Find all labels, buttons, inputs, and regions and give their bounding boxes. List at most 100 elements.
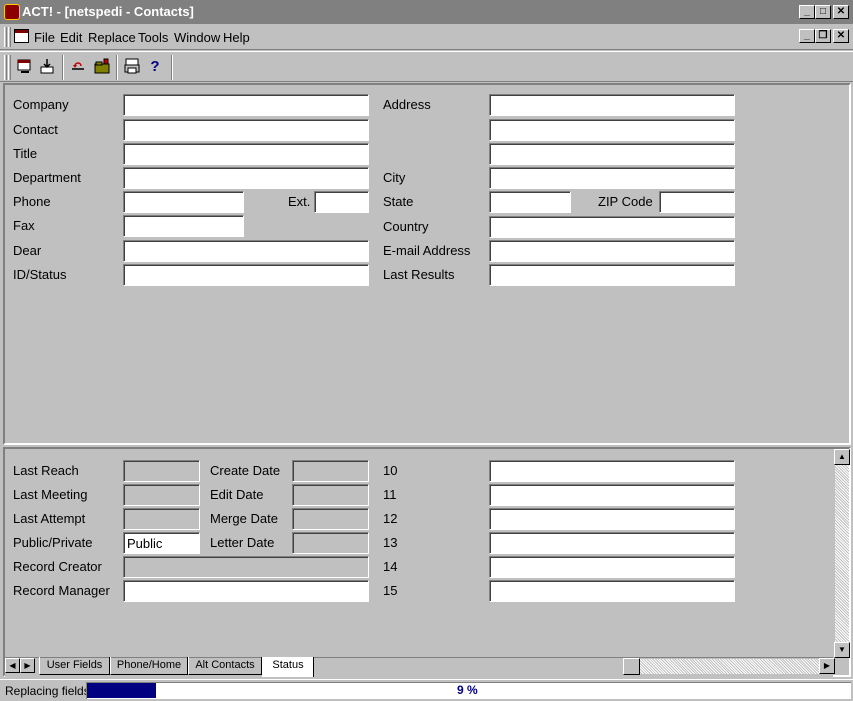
user-12-label: 12 <box>383 511 398 526</box>
fax-field[interactable] <box>123 215 244 237</box>
tab-user-fields[interactable]: User Fields <box>39 657 110 675</box>
user-10-label: 10 <box>383 463 398 478</box>
horizontal-scroll-thumb[interactable] <box>623 658 640 675</box>
progress-fill <box>87 683 156 698</box>
country-label: Country <box>383 219 429 234</box>
dear-field[interactable] <box>123 240 369 262</box>
user-15-field[interactable] <box>489 580 735 602</box>
last-results-field[interactable] <box>489 264 735 286</box>
country-field[interactable] <box>489 216 735 238</box>
toolbar-separator-3 <box>171 55 173 80</box>
replace-icon[interactable] <box>15 57 35 77</box>
record-creator-label: Record Creator <box>13 559 102 574</box>
merge-date-field <box>292 508 369 530</box>
public-private-field[interactable]: Public <box>123 532 200 554</box>
tab-phone-home[interactable]: Phone/Home <box>110 657 188 675</box>
public-private-label: Public/Private <box>13 535 93 550</box>
edit-date-label: Edit Date <box>210 487 264 502</box>
id-status-field[interactable] <box>123 264 369 286</box>
contact-label: Contact <box>13 122 58 137</box>
letter-date-label: Letter Date <box>210 535 275 550</box>
maximize-button[interactable]: □ <box>815 5 831 19</box>
dear-label: Dear <box>13 243 42 258</box>
email-address-field[interactable] <box>489 240 735 262</box>
user-15-label: 15 <box>383 583 398 598</box>
record-manager-field[interactable] <box>123 580 369 602</box>
user-10-field[interactable] <box>489 460 735 482</box>
toolbar-separator <box>62 55 64 80</box>
menu-file[interactable]: File <box>34 30 55 45</box>
ext-label: Ext. <box>288 194 311 209</box>
address-label: Address <box>383 97 431 112</box>
help-icon[interactable]: ? <box>145 57 165 77</box>
undo-icon[interactable] <box>68 57 88 77</box>
ext-field[interactable] <box>314 191 369 213</box>
tab-alt-contacts[interactable]: Alt Contacts <box>188 657 262 675</box>
record-manager-label: Record Manager <box>13 583 110 598</box>
id-status-label: ID/Status <box>13 267 67 282</box>
email-address-label: E-mail Address <box>383 243 471 258</box>
menu-help[interactable]: Help <box>223 30 250 45</box>
company-field[interactable] <box>123 94 369 116</box>
menubar-grip-2[interactable] <box>8 27 11 47</box>
user-11-label: 11 <box>383 487 397 502</box>
document-icon[interactable] <box>14 29 29 43</box>
city-field[interactable] <box>489 167 735 189</box>
record-creator-field <box>123 556 369 578</box>
vertical-scrollbar[interactable] <box>835 449 849 658</box>
user-14-label: 14 <box>383 559 398 574</box>
menu-tools[interactable]: Tools <box>138 30 168 45</box>
merge-date-label: Merge Date <box>210 511 278 526</box>
print-icon[interactable] <box>122 57 142 77</box>
menu-window[interactable]: Window <box>174 30 220 45</box>
zip-code-field[interactable] <box>659 191 735 213</box>
phone-field[interactable] <box>123 191 244 213</box>
menu-replace[interactable]: Replace <box>88 30 136 45</box>
scroll-down-icon[interactable]: ▼ <box>834 642 850 658</box>
act-app-icon[interactable] <box>4 4 20 20</box>
user-13-field[interactable] <box>489 532 735 554</box>
tab-status[interactable]: Status <box>262 657 314 677</box>
contact-field[interactable] <box>123 119 369 141</box>
horizontal-scrollbar[interactable] <box>640 659 820 674</box>
city-label: City <box>383 170 406 185</box>
address-field-3[interactable] <box>489 143 735 165</box>
doc-close-button[interactable]: ✕ <box>833 29 849 43</box>
open-folder-icon[interactable] <box>92 57 112 77</box>
state-field[interactable] <box>489 191 571 213</box>
user-13-label: 13 <box>383 535 398 550</box>
last-meeting-field <box>123 484 200 506</box>
minimize-button[interactable]: _ <box>799 5 815 19</box>
user-12-field[interactable] <box>489 508 735 530</box>
user-11-field[interactable] <box>489 484 735 506</box>
menubar-grip[interactable] <box>4 27 7 47</box>
phone-label: Phone <box>13 194 51 209</box>
user-14-field[interactable] <box>489 556 735 578</box>
doc-restore-button[interactable]: ❐ <box>815 29 831 43</box>
department-field[interactable] <box>123 167 369 189</box>
menu-edit[interactable]: Edit <box>60 30 82 45</box>
progress-bar: 9 % <box>86 682 851 699</box>
toolbar-separator-2 <box>116 55 118 80</box>
scroll-up-icon[interactable]: ▲ <box>834 449 850 465</box>
title-field[interactable] <box>123 143 369 165</box>
toolbar-grip[interactable] <box>4 55 7 80</box>
fax-label: Fax <box>13 218 35 233</box>
title-bar: ACT! - [netspedi - Contacts] _ □ ✕ <box>0 0 853 24</box>
tab-scroll-left-icon[interactable]: ◀ <box>5 658 20 673</box>
edit-date-field <box>292 484 369 506</box>
address-field-2[interactable] <box>489 119 735 141</box>
import-icon[interactable] <box>37 57 57 77</box>
close-button[interactable]: ✕ <box>833 5 849 19</box>
tab-scroll-right-icon[interactable]: ▶ <box>20 658 35 673</box>
state-label: State <box>383 194 414 209</box>
toolbar-grip-2[interactable] <box>8 55 11 80</box>
doc-minimize-button[interactable]: _ <box>799 29 815 43</box>
last-meeting-label: Last Meeting <box>13 487 88 502</box>
last-attempt-label: Last Attempt <box>13 511 86 526</box>
scroll-right-icon[interactable]: ▶ <box>819 658 835 674</box>
address-field-1[interactable] <box>489 94 735 116</box>
create-date-field <box>292 460 369 482</box>
menu-bar: File Edit Replace Tools Window Help _ ❐ … <box>0 24 853 50</box>
letter-date-field <box>292 532 369 554</box>
